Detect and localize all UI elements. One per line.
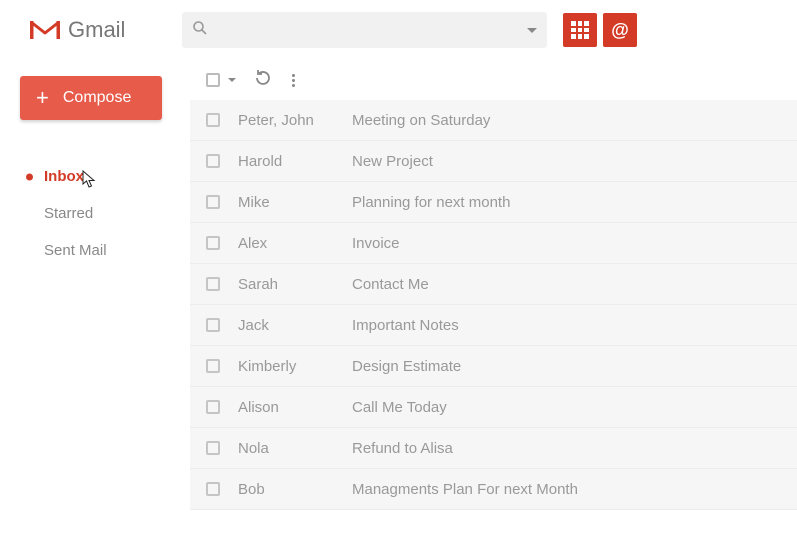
- select-all-checkbox[interactable]: [206, 73, 220, 87]
- mail-list: Peter, JohnMeeting on SaturdayHaroldNew …: [190, 100, 797, 510]
- nav-item-label: Inbox: [44, 168, 84, 185]
- nav-item-label: Sent Mail: [44, 242, 107, 259]
- mail-sender: Jack: [238, 317, 352, 334]
- app-name: Gmail: [68, 17, 125, 43]
- mail-checkbox[interactable]: [206, 154, 220, 168]
- select-dropdown-caret-icon[interactable]: [228, 78, 236, 82]
- mail-checkbox[interactable]: [206, 359, 220, 373]
- mail-subject: Managments Plan For next Month: [352, 481, 797, 498]
- mail-sender: Mike: [238, 194, 352, 211]
- mail-row[interactable]: HaroldNew Project: [190, 141, 797, 182]
- mail-checkbox[interactable]: [206, 195, 220, 209]
- mail-row[interactable]: AlisonCall Me Today: [190, 387, 797, 428]
- search-bar[interactable]: [182, 12, 547, 48]
- header: Gmail @: [0, 0, 797, 60]
- more-menu-icon[interactable]: [288, 70, 299, 91]
- compose-label: Compose: [63, 89, 131, 107]
- mail-subject: Refund to Alisa: [352, 440, 797, 457]
- refresh-icon[interactable]: [254, 69, 272, 92]
- mail-sender: Sarah: [238, 276, 352, 293]
- mail-checkbox[interactable]: [206, 113, 220, 127]
- mail-sender: Harold: [238, 153, 352, 170]
- logo[interactable]: Gmail: [30, 17, 170, 43]
- mail-row[interactable]: Peter, JohnMeeting on Saturday: [190, 100, 797, 141]
- mail-row[interactable]: MikePlanning for next month: [190, 182, 797, 223]
- mail-sender: Bob: [238, 481, 352, 498]
- mail-subject: Invoice: [352, 235, 797, 252]
- mail-subject: Call Me Today: [352, 399, 797, 416]
- mail-checkbox[interactable]: [206, 236, 220, 250]
- gmail-logo-icon: [30, 19, 60, 41]
- mail-toolbar: [190, 60, 797, 100]
- nav-item-starred[interactable]: Starred: [20, 195, 178, 232]
- grid-apps-icon[interactable]: [563, 13, 597, 47]
- search-icon: [192, 20, 208, 41]
- mail-checkbox[interactable]: [206, 277, 220, 291]
- mail-sender: Kimberly: [238, 358, 352, 375]
- main-panel: Peter, JohnMeeting on SaturdayHaroldNew …: [190, 60, 797, 548]
- mail-sender: Alison: [238, 399, 352, 416]
- plus-icon: +: [36, 87, 49, 109]
- mail-checkbox[interactable]: [206, 441, 220, 455]
- nav-item-inbox[interactable]: Inbox: [20, 158, 178, 195]
- mail-subject: Important Notes: [352, 317, 797, 334]
- nav-item-label: Starred: [44, 205, 93, 222]
- mail-sender: Peter, John: [238, 112, 352, 129]
- mail-subject: New Project: [352, 153, 797, 170]
- mail-row[interactable]: AlexInvoice: [190, 223, 797, 264]
- mail-row[interactable]: SarahContact Me: [190, 264, 797, 305]
- nav-item-sent-mail[interactable]: Sent Mail: [20, 232, 178, 269]
- mail-row[interactable]: BobManagments Plan For next Month: [190, 469, 797, 510]
- sidebar: + Compose Inbox Starred Sent Mail: [0, 60, 190, 548]
- header-action-icons: @: [563, 13, 637, 47]
- mail-subject: Meeting on Saturday: [352, 112, 797, 129]
- mail-subject: Contact Me: [352, 276, 797, 293]
- nav-list: Inbox Starred Sent Mail: [20, 158, 178, 269]
- search-options-caret-icon[interactable]: [527, 28, 537, 33]
- at-sign-icon[interactable]: @: [603, 13, 637, 47]
- mail-checkbox[interactable]: [206, 482, 220, 496]
- mail-checkbox[interactable]: [206, 318, 220, 332]
- mail-checkbox[interactable]: [206, 400, 220, 414]
- mail-subject: Design Estimate: [352, 358, 797, 375]
- mail-row[interactable]: NolaRefund to Alisa: [190, 428, 797, 469]
- search-input[interactable]: [208, 22, 527, 38]
- mail-sender: Alex: [238, 235, 352, 252]
- mail-subject: Planning for next month: [352, 194, 797, 211]
- compose-button[interactable]: + Compose: [20, 76, 162, 120]
- mail-row[interactable]: JackImportant Notes: [190, 305, 797, 346]
- mail-sender: Nola: [238, 440, 352, 457]
- mouse-cursor-icon: [82, 170, 96, 188]
- mail-row[interactable]: KimberlyDesign Estimate: [190, 346, 797, 387]
